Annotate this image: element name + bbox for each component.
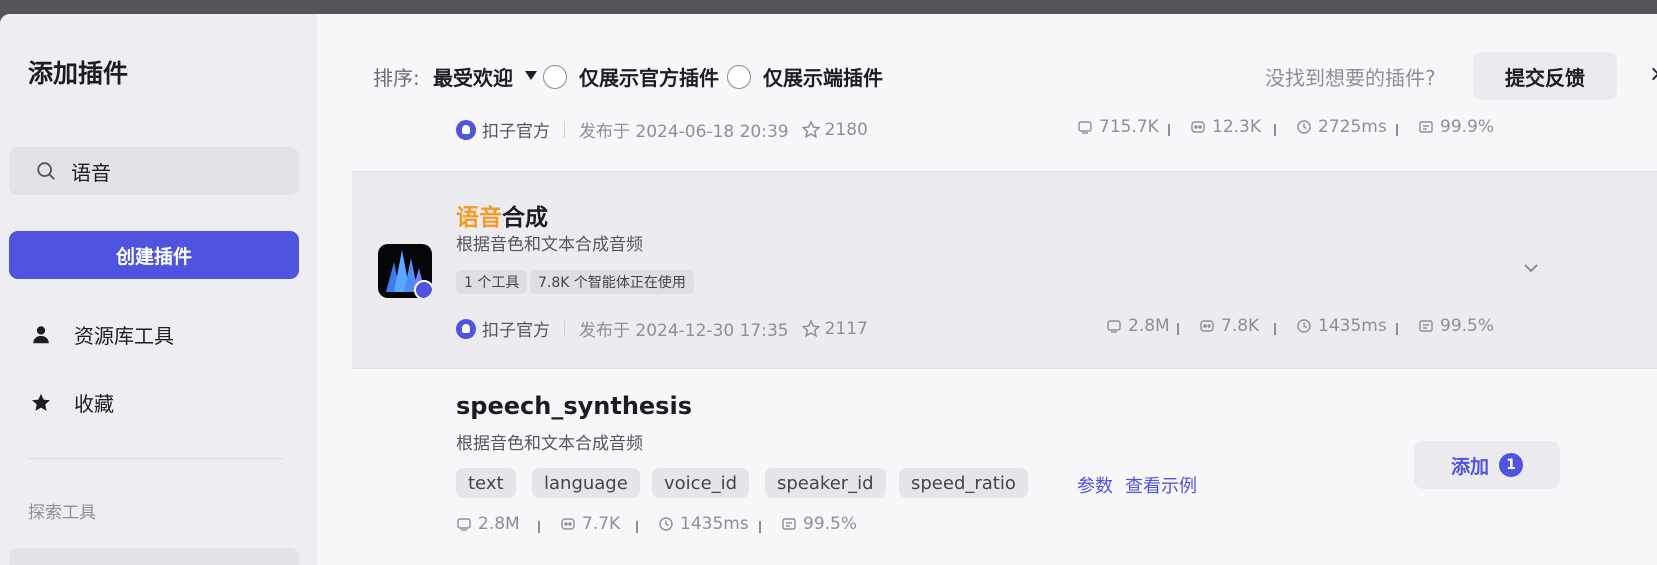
nav-library-tools[interactable]: 资源库工具 <box>30 320 174 349</box>
filter-toolbar: 排序: 最受欢迎 仅展示官方插件 仅展示端插件 没找到想要的插件? 提交反馈 × <box>317 52 1657 100</box>
edge-only-toggle[interactable]: 仅展示端插件 <box>727 62 883 91</box>
stat-bots: 7.8K <box>1199 316 1259 336</box>
feedback-hint: 没找到想要的插件? <box>1265 66 1436 90</box>
official-only-label: 仅展示官方插件 <box>579 66 719 90</box>
bot-icon <box>1200 320 1214 332</box>
plugin-meta-1: 扣子官方 发布于 2024-12-30 17:35 2117 <box>456 316 868 341</box>
param-tag: text <box>456 468 516 498</box>
add-button-label: 添加 <box>1450 455 1489 478</box>
nav-library-tools-label: 资源库工具 <box>74 324 174 348</box>
stat-calls: 715.7K <box>1077 117 1159 137</box>
create-plugin-button[interactable]: 创建插件 <box>9 231 299 279</box>
stat-separator <box>538 521 540 533</box>
stat-separator <box>759 521 761 533</box>
user-icon <box>33 325 49 343</box>
success-rate-icon <box>1419 121 1433 133</box>
stat-bots: 7.7K <box>560 514 620 534</box>
plugin-author: 扣子官方 <box>456 117 550 142</box>
stat-separator <box>1177 323 1179 335</box>
search-input[interactable] <box>71 159 271 183</box>
calls-icon <box>457 518 471 531</box>
search-icon <box>37 162 55 180</box>
clock-icon <box>1297 120 1311 134</box>
add-count-badge: 1 <box>1499 453 1523 477</box>
stat-success-rate: 99.5% <box>1418 316 1494 336</box>
success-rate-icon <box>1419 320 1433 332</box>
plugin-meta-0: 扣子官方 发布于 2024-06-18 20:39 2180 <box>456 117 868 142</box>
meta-separator <box>564 320 565 337</box>
stat-separator <box>636 521 638 533</box>
coze-avatar-icon <box>456 119 476 140</box>
dialog-title: 添加插件 <box>28 59 129 88</box>
star-icon <box>32 393 50 411</box>
nav-favorites-label: 收藏 <box>74 392 114 416</box>
coze-avatar-icon <box>456 318 476 339</box>
bot-icon <box>561 518 575 530</box>
stat-bots: 12.3K <box>1190 117 1261 137</box>
stat-latency: 2725ms <box>1296 117 1387 137</box>
clock-icon <box>659 517 673 531</box>
stat-separator <box>1168 124 1170 136</box>
plugin-title: 语音合成 <box>456 205 548 231</box>
param-tag: voice_id <box>652 468 750 498</box>
tool-count-tag: 1 个工具 <box>456 270 528 294</box>
official-only-toggle[interactable]: 仅展示官方插件 <box>543 62 719 91</box>
tool-description: 根据音色和文本合成音频 <box>456 434 643 454</box>
add-tool-button[interactable]: 添加 1 <box>1414 441 1560 489</box>
radio-circle[interactable] <box>543 64 567 89</box>
stat-calls: 2.8M <box>1106 316 1170 336</box>
chevron-down-icon[interactable] <box>1521 258 1541 278</box>
stat-separator <box>1274 323 1276 335</box>
publish-date: 发布于 2024-06-18 20:39 <box>579 122 789 142</box>
plugin-author: 扣子官方 <box>456 316 550 341</box>
stat-latency: 1435ms <box>1296 316 1387 336</box>
nav-favorites[interactable]: 收藏 <box>30 388 114 417</box>
view-example-link[interactable]: 查看示例 <box>1125 472 1197 498</box>
stat-separator <box>1396 124 1398 136</box>
calls-icon <box>1078 121 1092 134</box>
radio-circle[interactable] <box>727 64 751 89</box>
plugin-list-panel: 排序: 最受欢迎 仅展示官方插件 仅展示端插件 没找到想要的插件? 提交反馈 ×… <box>317 14 1657 565</box>
usage-count-tag: 7.8K 个智能体正在使用 <box>530 270 694 294</box>
bot-icon <box>1191 121 1205 133</box>
tool-name: speech_synthesis <box>456 392 692 420</box>
edge-only-label: 仅展示端插件 <box>763 66 883 90</box>
favorite-count: 2117 <box>824 318 868 339</box>
sort-dropdown[interactable]: 最受欢迎 <box>433 62 513 91</box>
plugin-description: 根据音色和文本合成音频 <box>456 235 643 255</box>
favorite-count: 2180 <box>824 119 868 140</box>
sidebar: 添加插件 创建插件 资源库工具 收藏 探索工具 <box>0 14 317 565</box>
stat-calls: 2.8M <box>456 514 520 534</box>
submit-feedback-button[interactable]: 提交反馈 <box>1473 52 1617 100</box>
search-box[interactable] <box>9 147 299 195</box>
param-tag: speed_ratio <box>899 468 1028 498</box>
publish-date: 发布于 2024-12-30 17:35 <box>579 321 789 341</box>
stat-success-rate: 99.9% <box>1418 117 1494 137</box>
calls-icon <box>1107 320 1121 333</box>
explore-tools-label: 探索工具 <box>28 503 96 523</box>
close-icon[interactable]: × <box>1649 62 1657 87</box>
sort-label: 排序: <box>373 66 420 90</box>
stat-success-rate: 99.5% <box>781 514 857 534</box>
param-tag: language <box>532 468 640 498</box>
add-plugin-dialog: 添加插件 创建插件 资源库工具 收藏 探索工具 排序: 最受欢迎 仅展示官方插件 <box>0 14 1657 565</box>
stat-latency: 1435ms <box>658 514 749 534</box>
params-link[interactable]: 参数 <box>1077 472 1113 498</box>
sidebar-divider <box>28 458 283 459</box>
coze-badge-icon <box>414 280 432 298</box>
star-outline-icon[interactable] <box>800 119 821 140</box>
meta-separator <box>564 121 565 138</box>
stat-separator <box>1274 124 1276 136</box>
plugin-logo <box>378 244 432 298</box>
stat-separator <box>1396 323 1398 335</box>
param-tag: speaker_id <box>765 468 886 498</box>
success-rate-icon <box>782 518 796 530</box>
star-outline-icon[interactable] <box>800 318 821 339</box>
clock-icon <box>1297 319 1311 333</box>
caret-down-icon[interactable] <box>525 71 537 80</box>
sidebar-item-partial[interactable] <box>9 548 299 565</box>
